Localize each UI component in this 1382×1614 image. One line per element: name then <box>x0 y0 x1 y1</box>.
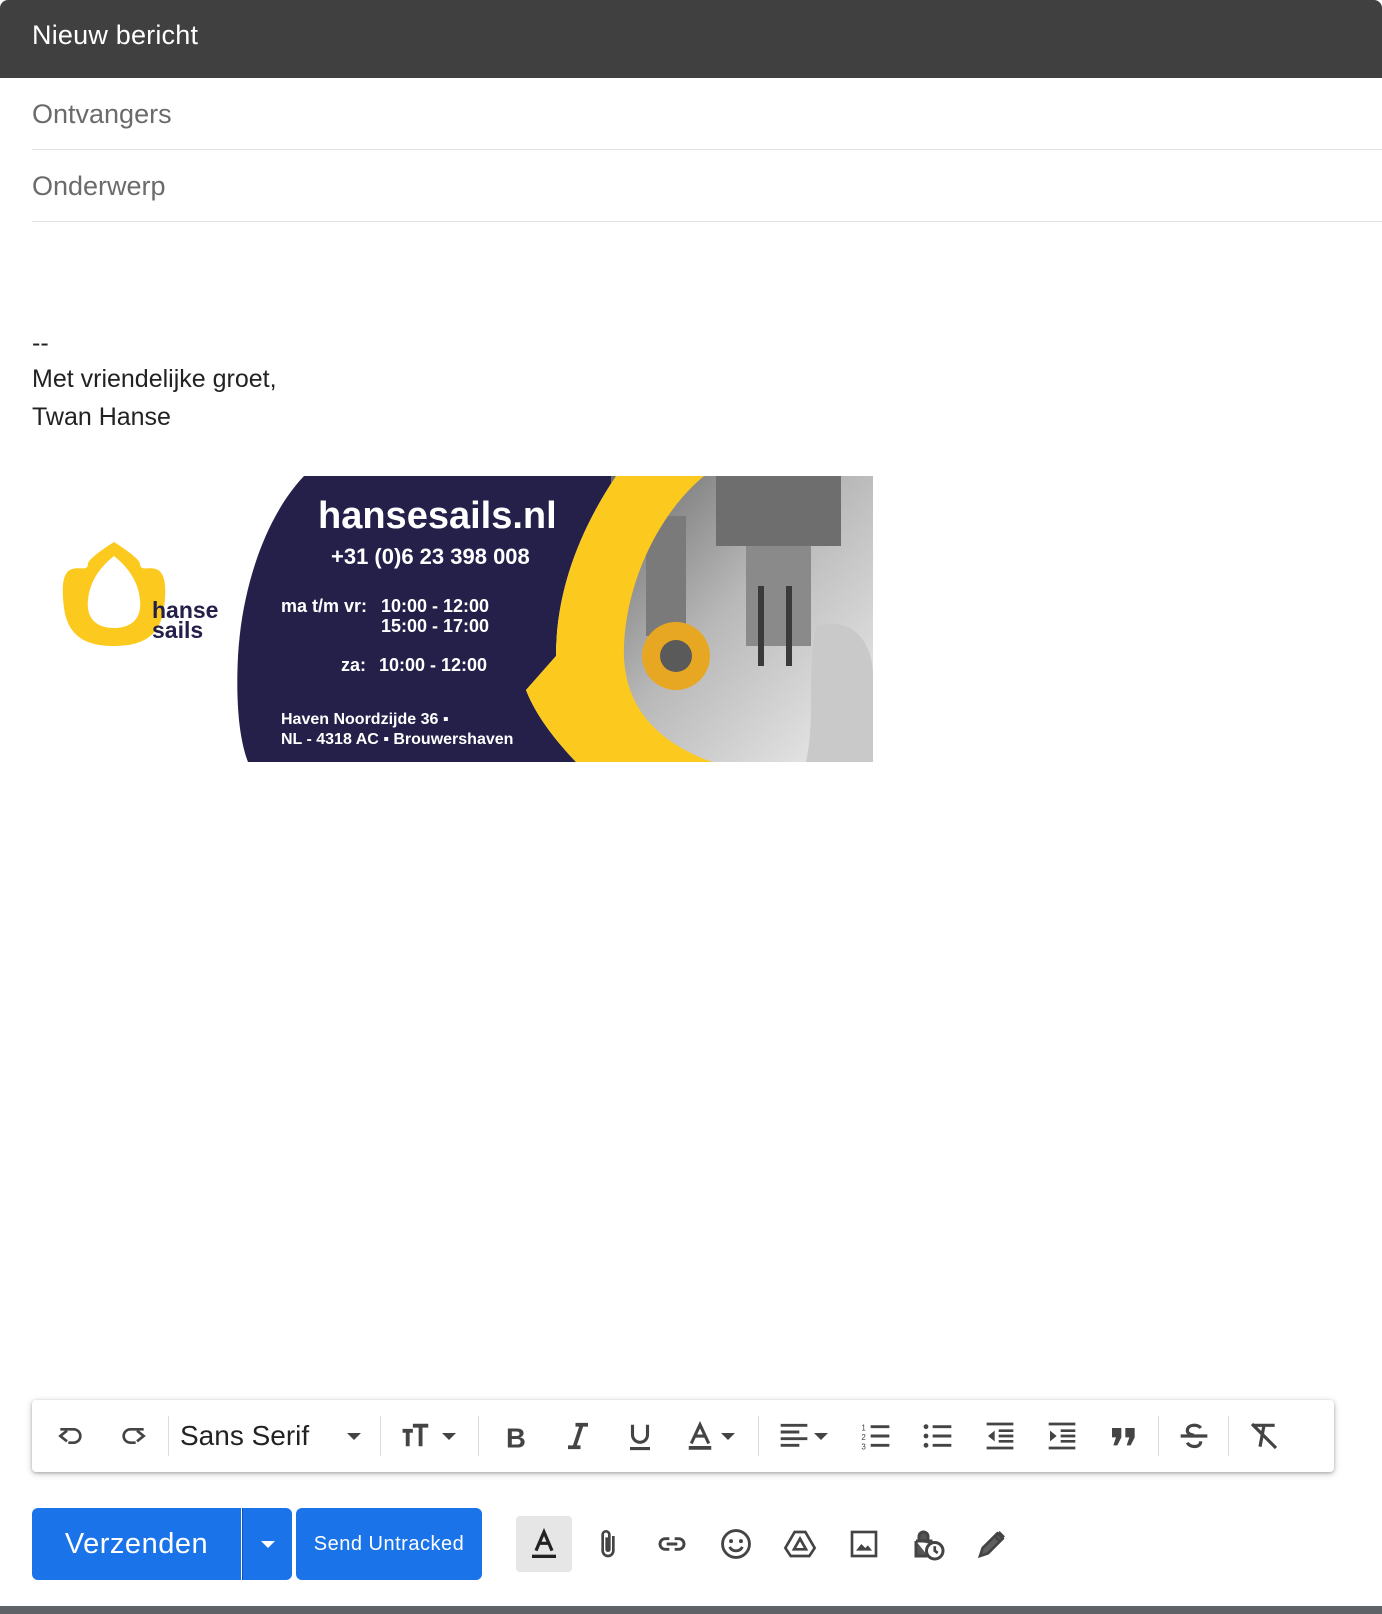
quote-button[interactable] <box>1096 1400 1152 1472</box>
emoji-icon <box>721 1529 751 1559</box>
bulleted-list-button[interactable] <box>910 1400 966 1472</box>
font-size-icon <box>402 1423 429 1447</box>
redo-button[interactable] <box>108 1400 158 1472</box>
recipients-input[interactable] <box>32 78 1382 149</box>
signature-name: Twan Hanse <box>32 403 171 431</box>
svg-text:B: B <box>506 1422 526 1452</box>
chevron-down-icon <box>347 1432 362 1440</box>
toolbar-divider <box>758 1416 759 1456</box>
chevron-down-icon <box>721 1432 735 1440</box>
signature-icon <box>977 1531 1005 1559</box>
toolbar-divider <box>478 1416 479 1456</box>
numbered-list-icon: 123 <box>861 1424 890 1451</box>
logo-text-line2: sails <box>152 617 203 643</box>
insert-drive-button[interactable] <box>772 1516 828 1572</box>
bulleted-list-icon <box>923 1424 952 1448</box>
hanse-sails-logo: hanse sails <box>62 542 218 646</box>
numbered-list-button[interactable]: 123 <box>848 1400 904 1472</box>
toolbar-divider <box>1228 1416 1229 1456</box>
compose-actions: Verzenden Send Untracked <box>32 1508 1352 1580</box>
insert-signature-button[interactable] <box>964 1516 1020 1572</box>
subject-row <box>32 150 1382 222</box>
underline-icon <box>630 1424 650 1451</box>
drive-icon <box>783 1530 817 1558</box>
indent-more-button[interactable] <box>1034 1400 1090 1472</box>
formatting-options-button[interactable] <box>516 1516 572 1572</box>
hours-weekday-morning: 10:00 - 12:00 <box>381 596 489 616</box>
quote-icon <box>1112 1428 1135 1446</box>
font-family-label: Sans Serif <box>180 1420 310 1451</box>
italic-icon <box>568 1422 588 1450</box>
undo-icon <box>58 1428 82 1444</box>
hours-saturday: 10:00 - 12:00 <box>379 655 487 675</box>
signature-banner: hanse sails hansesails.nl +31 (0)6 23 39… <box>62 476 873 762</box>
clear-formatting-button[interactable] <box>1236 1400 1292 1472</box>
text-color-icon <box>688 1421 712 1450</box>
address-line2: NL - 4318 AC ▪ Brouwershaven <box>281 731 513 748</box>
recipients-row <box>32 78 1382 150</box>
send-button[interactable]: Verzenden <box>32 1508 241 1580</box>
banner-phone: +31 (0)6 23 398 008 <box>331 544 530 569</box>
align-button[interactable] <box>766 1400 840 1472</box>
bold-icon: B <box>506 1422 526 1452</box>
photo-icon <box>850 1530 878 1558</box>
underline-button[interactable] <box>612 1400 668 1472</box>
redo-icon <box>122 1428 146 1444</box>
send-options-button[interactable] <box>242 1508 292 1580</box>
indent-more-icon <box>1048 1422 1076 1450</box>
signature-greeting: Met vriendelijke groet, <box>32 365 277 393</box>
chevron-down-icon <box>814 1432 828 1440</box>
clear-formatting-icon <box>1250 1422 1278 1450</box>
italic-button[interactable] <box>550 1400 606 1472</box>
strikethrough-button[interactable] <box>1166 1400 1222 1472</box>
svg-text:3: 3 <box>861 1442 866 1451</box>
insert-photo-button[interactable] <box>836 1516 892 1572</box>
insert-link-button[interactable] <box>644 1516 700 1572</box>
formatting-options-icon <box>532 1528 556 1558</box>
chevron-down-icon <box>260 1540 275 1548</box>
subject-input[interactable] <box>32 150 1382 221</box>
text-color-button[interactable] <box>672 1400 748 1472</box>
hours-saturday-label: za: <box>341 655 366 675</box>
align-icon <box>780 1423 808 1447</box>
confidential-mode-button[interactable] <box>900 1516 956 1572</box>
toolbar-divider <box>380 1416 381 1456</box>
address-line1: Haven Noordzijde 36 ▪ <box>281 711 449 728</box>
font-family-select[interactable]: Sans Serif <box>180 1400 374 1472</box>
chevron-down-icon <box>442 1432 456 1440</box>
attach-button[interactable] <box>580 1516 636 1572</box>
font-size-button[interactable] <box>388 1400 468 1472</box>
attach-icon <box>601 1530 615 1558</box>
undo-button[interactable] <box>46 1400 96 1472</box>
hours-weekday-afternoon: 15:00 - 17:00 <box>381 616 489 636</box>
window-bottom-edge <box>0 1606 1382 1614</box>
svg-text:1: 1 <box>861 1424 866 1433</box>
banner-website: hansesails.nl <box>318 495 557 537</box>
hours-weekday-label: ma t/m vr: <box>281 596 367 616</box>
signature-separator: -- <box>32 329 49 357</box>
strikethrough-icon <box>1180 1423 1208 1449</box>
insert-emoji-button[interactable] <box>708 1516 764 1572</box>
compose-title: Nieuw bericht <box>32 20 199 50</box>
toolbar-divider <box>1158 1416 1159 1456</box>
bold-button[interactable]: B <box>488 1400 544 1472</box>
svg-text:2: 2 <box>861 1433 866 1442</box>
indent-less-icon <box>986 1422 1014 1450</box>
compose-title-bar: Nieuw bericht <box>0 0 1382 78</box>
toolbar-divider <box>168 1416 169 1456</box>
message-body[interactable]: -- Met vriendelijke groet, Twan Hanse <box>32 224 1352 1384</box>
formatting-toolbar: Sans Serif B 123 <box>32 1400 1334 1472</box>
confidential-mode-icon <box>914 1530 945 1561</box>
link-icon <box>658 1537 686 1551</box>
send-untracked-button[interactable]: Send Untracked <box>296 1508 482 1580</box>
indent-less-button[interactable] <box>972 1400 1028 1472</box>
